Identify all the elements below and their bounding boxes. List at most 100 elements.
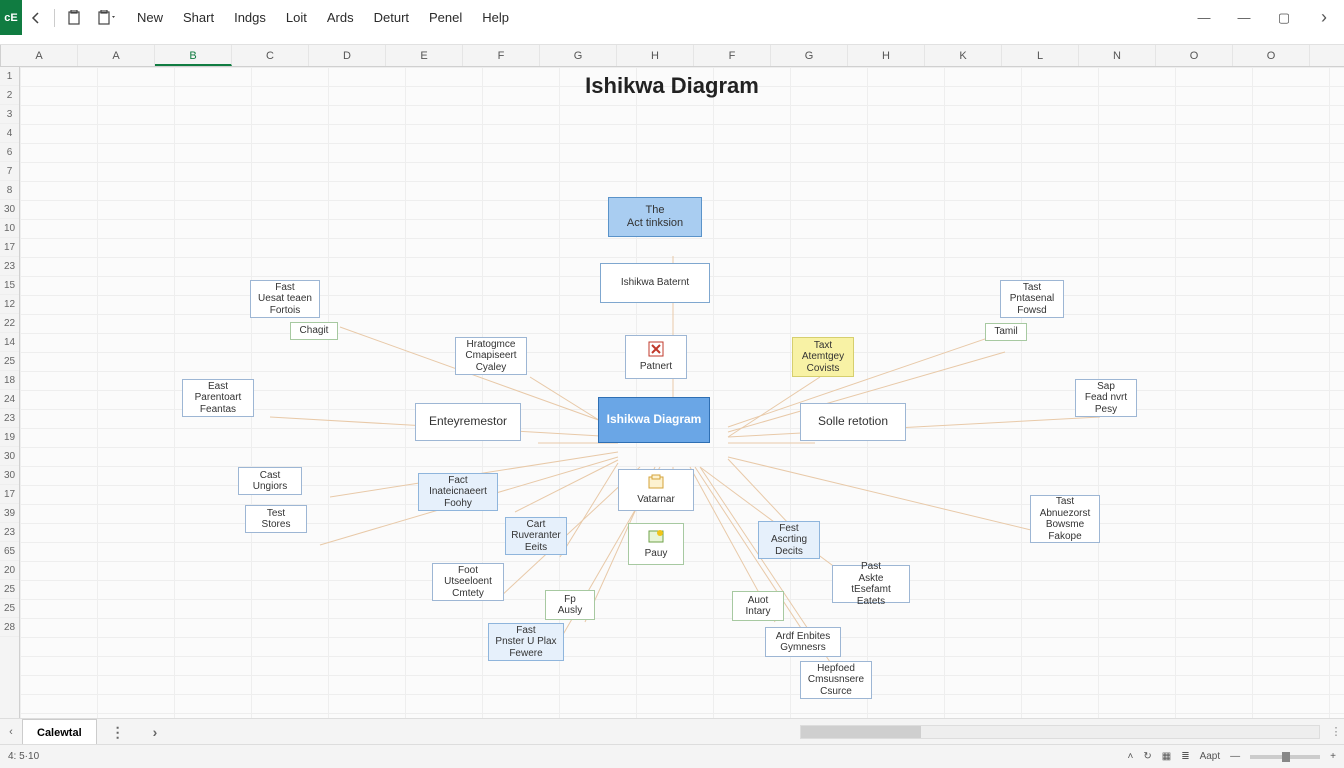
tab-scroll-inner[interactable]: ⋮ bbox=[97, 719, 139, 745]
row-header[interactable]: 30 bbox=[0, 200, 19, 219]
menu-penel[interactable]: Penel bbox=[429, 10, 462, 25]
menu-ards[interactable]: Ards bbox=[327, 10, 354, 25]
col-header[interactable]: O bbox=[1156, 45, 1233, 66]
col-header[interactable]: F bbox=[463, 45, 540, 66]
col-header[interactable]: C bbox=[232, 45, 309, 66]
row-header[interactable]: 6 bbox=[0, 143, 19, 162]
node-r-tast-abnue[interactable]: TastAbnuezorstBowsmeFakope bbox=[1030, 495, 1100, 543]
col-header[interactable]: N bbox=[1079, 45, 1156, 66]
row-header[interactable]: 65 bbox=[0, 542, 19, 561]
row-header[interactable]: 23 bbox=[0, 523, 19, 542]
node-r-tast-pntasenal[interactable]: TastPntasenalFowsd bbox=[1000, 280, 1064, 318]
window-minimize-2[interactable]: — bbox=[1224, 0, 1264, 35]
node-r-sap-fead[interactable]: SapFead nvrtPesy bbox=[1075, 379, 1137, 417]
row-header[interactable]: 14 bbox=[0, 333, 19, 352]
node-r-fest-ascrting[interactable]: FestAscrtingDecits bbox=[758, 521, 820, 559]
node-r-past-askte[interactable]: PastAskte tEsefamtEatets bbox=[832, 565, 910, 603]
node-patnert[interactable]: Patnert bbox=[625, 335, 687, 379]
node-l-cast-ungiors[interactable]: CastUngiors bbox=[238, 467, 302, 495]
col-header[interactable]: L bbox=[1002, 45, 1079, 66]
horizontal-scrollbar[interactable] bbox=[800, 725, 1320, 739]
row-header[interactable]: 17 bbox=[0, 485, 19, 504]
row-header[interactable]: 23 bbox=[0, 257, 19, 276]
menu-deturt[interactable]: Deturt bbox=[374, 10, 409, 25]
row-header[interactable]: 7 bbox=[0, 162, 19, 181]
row-header[interactable]: 20 bbox=[0, 561, 19, 580]
node-ishikwa-baternt[interactable]: Ishikwa Baternt bbox=[600, 263, 710, 303]
window-minimize[interactable]: — bbox=[1184, 0, 1224, 35]
node-l-fast-pnster[interactable]: FastPnster U PlaxFewere bbox=[488, 623, 564, 661]
node-l-cart-ruv[interactable]: CartRuveranterEeits bbox=[505, 517, 567, 555]
menu-new[interactable]: New bbox=[137, 10, 163, 25]
node-r-hepfoed[interactable]: HepfoedCmsusnsereCsurce bbox=[800, 661, 872, 699]
node-l-test-stores[interactable]: TestStores bbox=[245, 505, 307, 533]
back-button[interactable] bbox=[22, 0, 50, 35]
node-r-ardf-enbites[interactable]: Ardf EnbitesGymnesrs bbox=[765, 627, 841, 657]
menu-indgs[interactable]: Indgs bbox=[234, 10, 266, 25]
node-yellow[interactable]: TaxtAtemtgeyCovists bbox=[792, 337, 854, 377]
col-header[interactable]: O bbox=[1233, 45, 1310, 66]
row-header[interactable]: 39 bbox=[0, 504, 19, 523]
menu-loit[interactable]: Loit bbox=[286, 10, 307, 25]
col-header[interactable]: F bbox=[1310, 45, 1344, 66]
node-center[interactable]: Ishikwa Diagram bbox=[598, 397, 710, 443]
row-header[interactable]: 25 bbox=[0, 580, 19, 599]
node-l-hratogmce[interactable]: HratogmceCmapiseertCyaley bbox=[455, 337, 527, 375]
vertical-scroll-hint[interactable]: ⋮ bbox=[1328, 725, 1344, 738]
row-header[interactable]: 23 bbox=[0, 409, 19, 428]
row-header[interactable]: 8 bbox=[0, 181, 19, 200]
col-header[interactable]: K bbox=[925, 45, 1002, 66]
col-header[interactable]: B bbox=[155, 45, 232, 66]
row-header[interactable]: 24 bbox=[0, 390, 19, 409]
row-header[interactable]: 10 bbox=[0, 219, 19, 238]
window-maximize[interactable]: ▢ bbox=[1264, 0, 1304, 35]
row-header[interactable]: 30 bbox=[0, 447, 19, 466]
window-close[interactable]: › bbox=[1304, 0, 1344, 35]
row-header[interactable]: 12 bbox=[0, 295, 19, 314]
row-header[interactable]: 18 bbox=[0, 371, 19, 390]
row-header[interactable]: 19 bbox=[0, 428, 19, 447]
row-header[interactable]: 3 bbox=[0, 105, 19, 124]
row-header[interactable]: 22 bbox=[0, 314, 19, 333]
node-pauy[interactable]: Pauy bbox=[628, 523, 684, 565]
row-header[interactable]: 25 bbox=[0, 352, 19, 371]
row-header[interactable]: 25 bbox=[0, 599, 19, 618]
node-solle[interactable]: Solle retotion bbox=[800, 403, 906, 441]
row-header[interactable]: 15 bbox=[0, 276, 19, 295]
menu-help[interactable]: Help bbox=[482, 10, 509, 25]
node-vatarnar[interactable]: Vatarnar bbox=[618, 469, 694, 511]
row-header[interactable]: 28 bbox=[0, 618, 19, 637]
sheet-tab[interactable]: Calewtal bbox=[22, 719, 97, 745]
col-header[interactable]: A bbox=[1, 45, 78, 66]
horizontal-scrollbar-thumb[interactable] bbox=[801, 726, 921, 738]
row-header[interactable]: 17 bbox=[0, 238, 19, 257]
zoom-out-icon[interactable]: — bbox=[1230, 751, 1240, 762]
zoom-in-icon[interactable]: + bbox=[1330, 751, 1336, 762]
node-l-fp-ausly[interactable]: FpAusly bbox=[545, 590, 595, 620]
clipboard-icon[interactable] bbox=[59, 0, 89, 35]
tab-scroll-right[interactable]: › bbox=[139, 719, 172, 745]
node-r-auot-intary[interactable]: AuotIntary bbox=[732, 591, 784, 621]
row-header[interactable]: 4 bbox=[0, 124, 19, 143]
col-header[interactable]: G bbox=[771, 45, 848, 66]
col-header[interactable]: D bbox=[309, 45, 386, 66]
col-header[interactable]: F bbox=[694, 45, 771, 66]
node-l-fact-inate[interactable]: FactInateicnaeertFoohy bbox=[418, 473, 498, 511]
node-entey[interactable]: Enteyremestor bbox=[415, 403, 521, 441]
col-header[interactable]: G bbox=[540, 45, 617, 66]
node-l-foot-unsed[interactable]: FootUtseeloentCmtety bbox=[432, 563, 504, 601]
node-r-tamil[interactable]: Tamil bbox=[985, 323, 1027, 341]
node-top[interactable]: TheAct tinksion bbox=[608, 197, 702, 237]
col-header[interactable]: A bbox=[78, 45, 155, 66]
node-l-east-parentat[interactable]: EastParentoartFeantas bbox=[182, 379, 254, 417]
status-refresh-icon[interactable]: ↻ bbox=[1143, 751, 1151, 762]
status-grid-icon[interactable]: ▦ bbox=[1162, 751, 1171, 762]
status-list-icon[interactable]: ≣ bbox=[1181, 751, 1189, 762]
tab-scroll-left[interactable]: ‹ bbox=[0, 726, 22, 738]
menu-shart[interactable]: Shart bbox=[183, 10, 214, 25]
status-caret-up-icon[interactable]: ˄ bbox=[1128, 751, 1134, 762]
paste-dropdown[interactable] bbox=[89, 0, 125, 35]
node-l-chagit[interactable]: Chagit bbox=[290, 322, 338, 340]
col-header[interactable]: E bbox=[386, 45, 463, 66]
col-header[interactable]: H bbox=[617, 45, 694, 66]
